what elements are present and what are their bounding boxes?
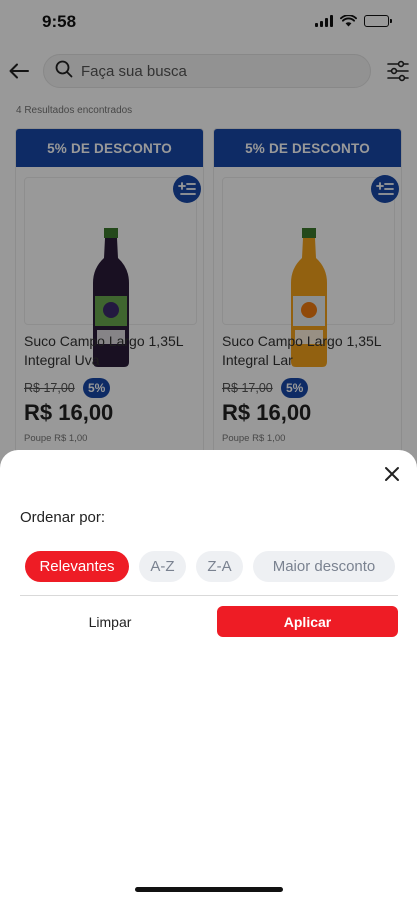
sort-options: Relevantes A-Z Z-A Maior desconto xyxy=(25,551,395,582)
apply-button[interactable]: Aplicar xyxy=(217,606,398,637)
sort-title: Ordenar por: xyxy=(20,509,106,526)
sort-option-maior-desconto[interactable]: Maior desconto xyxy=(253,551,395,582)
sort-option-relevantes[interactable]: Relevantes xyxy=(25,551,129,582)
sort-bottom-sheet: Ordenar por: Relevantes A-Z Z-A Maior de… xyxy=(0,450,417,900)
close-icon[interactable] xyxy=(381,463,403,485)
home-indicator[interactable] xyxy=(135,887,283,892)
sort-option-a-z[interactable]: A-Z xyxy=(139,551,186,582)
divider xyxy=(20,595,398,596)
clear-button[interactable]: Limpar xyxy=(20,606,200,637)
sort-option-z-a[interactable]: Z-A xyxy=(196,551,243,582)
